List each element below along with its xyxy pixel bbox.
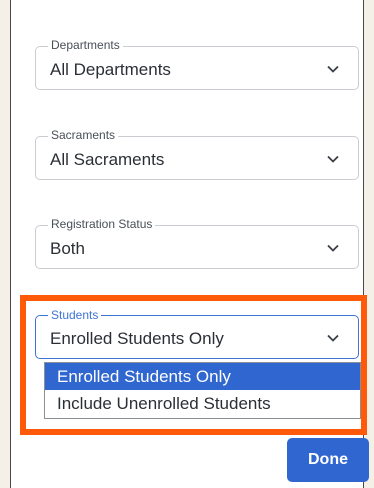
sacraments-label: Sacraments xyxy=(48,128,119,142)
chevron-down-icon xyxy=(326,331,340,345)
option-include-unenrolled-students[interactable]: Include Unenrolled Students xyxy=(45,390,360,417)
students-label: Students xyxy=(48,308,102,322)
done-button[interactable]: Done xyxy=(287,438,369,482)
chevron-down-icon xyxy=(326,62,340,76)
option-enrolled-students-only[interactable]: Enrolled Students Only xyxy=(45,363,360,390)
departments-select[interactable]: Departments All Departments xyxy=(35,38,359,90)
registration-status-label: Registration Status xyxy=(48,217,156,231)
registration-status-value: Both xyxy=(50,239,85,258)
filter-panel: Departments All Departments Sacraments A… xyxy=(10,0,369,488)
students-select[interactable]: Students Enrolled Students Only xyxy=(35,308,359,359)
sacraments-value: All Sacraments xyxy=(50,150,165,169)
students-dropdown-menu: Enrolled Students Only Include Unenrolle… xyxy=(44,362,361,419)
departments-value: All Departments xyxy=(50,60,171,79)
chevron-down-icon xyxy=(326,241,340,255)
chevron-down-icon xyxy=(326,152,340,166)
students-value: Enrolled Students Only xyxy=(50,329,224,348)
registration-status-select[interactable]: Registration Status Both xyxy=(35,217,359,269)
sacraments-select[interactable]: Sacraments All Sacraments xyxy=(35,128,359,180)
departments-label: Departments xyxy=(48,38,123,52)
